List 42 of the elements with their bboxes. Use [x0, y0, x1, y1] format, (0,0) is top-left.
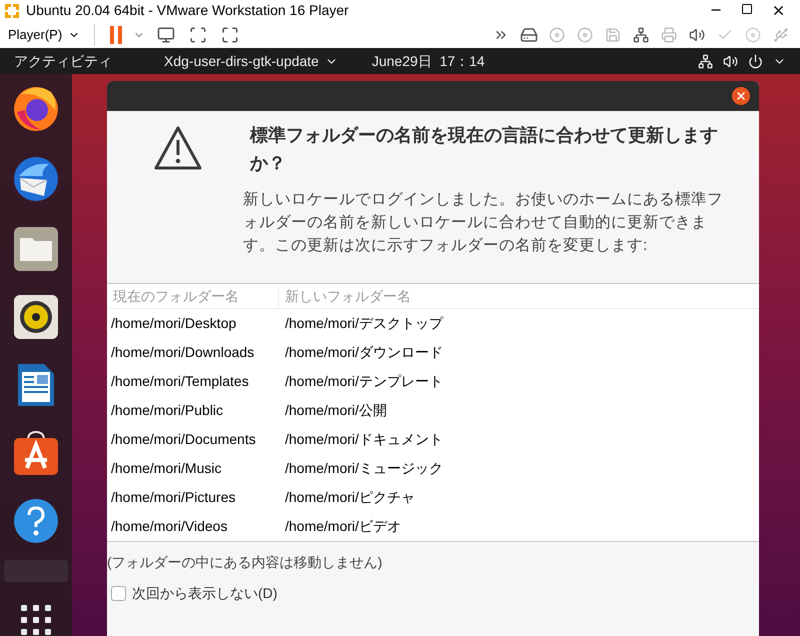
table-cell-text: /home/mori/ミュージック	[284, 459, 443, 478]
pause-icon[interactable]	[109, 26, 124, 44]
app-logo-icon	[4, 2, 20, 18]
table-cell-text: /home/mori/Documents	[110, 430, 257, 449]
note-text: (フォルダーの中にある内容は移動しません)	[107, 553, 384, 572]
app-grid-icon[interactable]	[20, 604, 52, 636]
speaker-icon[interactable]	[13, 294, 59, 340]
network-icon[interactable]	[698, 54, 713, 69]
app-menu[interactable]: Xdg-user-dirs-gtk-update	[164, 50, 338, 72]
dont-show-checkbox[interactable]: 次回から表示しない(D)	[111, 583, 759, 604]
help-icon[interactable]	[13, 498, 59, 544]
close-icon	[735, 90, 747, 102]
activities-button[interactable]: アクティビティ	[14, 50, 164, 72]
dialog-title: 標準フォルダーの名前を現在の言語に合わせて更新しますか？	[250, 124, 719, 175]
warning-icon	[153, 125, 203, 171]
window-title: Ubuntu 20.04 64bit - VMware Workstation 16 Player	[26, 1, 349, 20]
table-cell-text: /home/mori/テンプレート	[284, 372, 443, 391]
table-cell-text: /home/mori/Pictures	[110, 488, 236, 507]
close-button[interactable]	[732, 87, 750, 105]
table-cell-text: /home/mori/Music	[110, 459, 222, 478]
table-cell-text: /home/mori/ダウンロード	[284, 343, 443, 362]
dialog-description: 新しいロケールでログインしました。お使いのホームにある標準フォルダーの名前を新しいロケールに合わせて自動的に更新できます。この更新は次に示すフォルダーの名前を変更します:	[243, 190, 724, 256]
table-cell-text: /home/mori/Public	[110, 401, 224, 420]
table-cell-text: /home/mori/ビデオ	[284, 517, 401, 536]
close-icon[interactable]	[771, 3, 786, 18]
shopping-bag-icon[interactable]	[13, 430, 59, 476]
bird-envelope-icon[interactable]	[11, 154, 61, 204]
table-cell-text: /home/mori/Templates	[110, 372, 250, 391]
folder-icon[interactable]	[13, 226, 59, 272]
table-cell-text: /home/mori/デスクトップ	[284, 314, 443, 333]
table-cell-text: /home/mori/Downloads	[110, 343, 256, 362]
volume-icon[interactable]	[723, 54, 738, 69]
table-cell-text: /home/mori/公開	[284, 401, 387, 420]
clock[interactable]: June29日 17：14	[372, 50, 485, 72]
table-cell-text: /home/mori/Videos	[110, 517, 228, 536]
table-cell-text: /home/mori/Desktop	[110, 314, 238, 333]
player-menu[interactable]: Player(P)	[8, 24, 80, 44]
document-icon[interactable]	[16, 362, 56, 408]
table-cell-text: /home/mori/ピクチャ	[284, 488, 415, 507]
table-cell-text: /home/mori/ドキュメント	[284, 430, 443, 449]
maximize-icon[interactable]	[741, 3, 753, 15]
power-icon[interactable]	[748, 54, 763, 69]
